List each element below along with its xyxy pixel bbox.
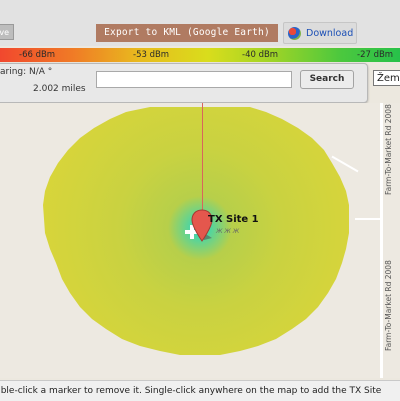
status-message: uble-click a marker to remove it. Single… xyxy=(0,386,382,396)
legend-tick: -27 dBm xyxy=(357,50,394,60)
signal-legend: -66 dBm -53 dBm -40 dBm -27 dBm xyxy=(0,48,400,62)
search-button[interactable]: Search xyxy=(300,70,354,89)
map-faint-label: Ж Ж Ж xyxy=(216,228,240,235)
radial-line xyxy=(202,103,203,225)
download-button[interactable]: Download xyxy=(283,22,357,44)
map-type-select[interactable]: Žem xyxy=(373,70,400,86)
legend-tick: -66 dBm xyxy=(19,50,56,60)
save-button-label: ave xyxy=(0,28,9,37)
distance-readout: 2.002 miles xyxy=(33,84,86,94)
map-canvas[interactable]: Farm-To-Market Rd 2008 Farm-To-Market Rd… xyxy=(0,103,400,378)
export-kml-button[interactable]: Export to KML (Google Earth) xyxy=(96,24,278,42)
site-label: TX Site 1 xyxy=(208,214,259,225)
legend-tick: -40 dBm xyxy=(242,50,279,60)
download-label: Download xyxy=(306,28,354,39)
legend-tick: -53 dBm xyxy=(133,50,170,60)
save-button[interactable]: ave xyxy=(0,24,14,40)
status-bar: uble-click a marker to remove it. Single… xyxy=(0,380,400,401)
bearing-readout: aring: N/A ° xyxy=(0,67,53,77)
search-input[interactable] xyxy=(96,71,292,88)
google-earth-icon xyxy=(288,27,301,40)
